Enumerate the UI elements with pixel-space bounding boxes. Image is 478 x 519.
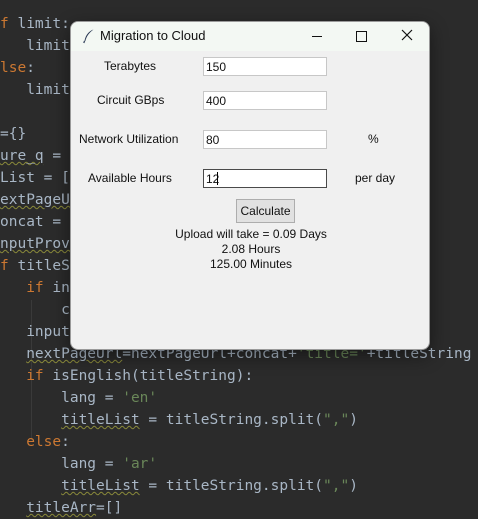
result-hours: 2.08 Hours [221, 242, 281, 256]
code-line: if inp [26, 280, 79, 296]
code-line: lse: [0, 60, 35, 76]
code-line: titleArr=[] [26, 500, 123, 516]
result-minutes: 125.00 Minutes [209, 257, 293, 271]
circuit-label: Circuit GBps [97, 93, 165, 107]
minimize-button[interactable] [295, 22, 339, 51]
code-line: inputP [0, 324, 79, 340]
code-line: if isEnglish(titleString): [26, 368, 254, 384]
code-line: co [0, 302, 79, 318]
feather-icon [81, 28, 97, 44]
code-line: List = [] [0, 170, 79, 186]
code-line: limit= [0, 38, 79, 54]
maximize-icon [355, 31, 367, 42]
window-title: Migration to Cloud [100, 28, 206, 43]
code-line: else: [26, 434, 70, 450]
migration-window[interactable]: Migration to Cloud Terabytes Circuit GBp… [70, 21, 430, 350]
code-line: ={} [0, 126, 27, 142]
code-line: oncat = ' [0, 214, 79, 230]
utilization-input[interactable] [203, 130, 327, 149]
close-icon [401, 28, 413, 46]
close-button[interactable] [385, 22, 429, 51]
result-days: Upload will take = 0.09 Days [175, 227, 327, 241]
code-line: nputProvi [0, 236, 79, 252]
code-line: f titleSt [0, 258, 79, 274]
maximize-button[interactable] [339, 22, 383, 51]
code-line: titleList = titleString.split(",") [61, 478, 358, 494]
calculate-button[interactable]: Calculate [236, 199, 295, 223]
code-line: lang = 'en' [0, 390, 158, 406]
terabytes-input[interactable] [203, 57, 327, 76]
text-caret [217, 172, 218, 185]
per-day-label: per day [355, 171, 396, 185]
hours-label: Available Hours [88, 171, 172, 185]
code-line: limit= [0, 82, 79, 98]
circuit-input[interactable] [203, 91, 327, 110]
code-line: titleList = titleString.split(",") [61, 412, 358, 428]
code-line: lang = 'ar' [0, 456, 158, 472]
terabytes-label: Terabytes [104, 59, 157, 73]
hours-input[interactable] [203, 169, 327, 188]
code-line: f limit: [0, 16, 70, 32]
percent-unit-label: % [368, 132, 379, 146]
utilization-label: Network Utilization [79, 132, 179, 146]
title-bar[interactable]: Migration to Cloud [71, 22, 429, 51]
code-line: extPageUr [0, 192, 79, 208]
code-line: ure_q = { [0, 148, 79, 164]
minimize-icon [312, 36, 322, 37]
